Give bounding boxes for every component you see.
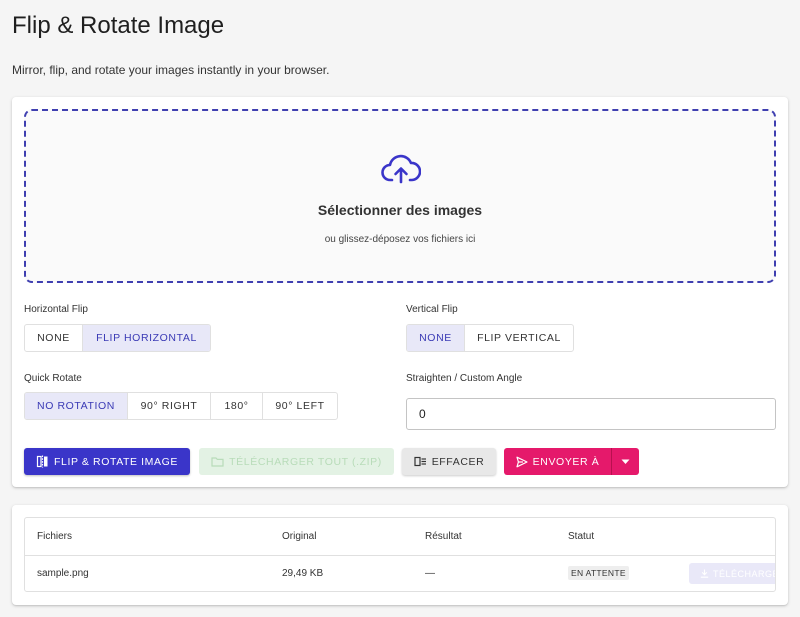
vertical-flip-option-none[interactable]: NONE: [407, 325, 465, 351]
download-zip-button-label: TÉLÉCHARGER TOUT (.ZIP): [229, 455, 382, 468]
flip-icon: [36, 455, 48, 468]
vertical-flip-group: NONE FLIP VERTICAL: [406, 324, 574, 352]
flip-rotate-button-label: FLIP & ROTATE IMAGE: [53, 455, 178, 468]
rotate-option-90-left[interactable]: 90° LEFT: [263, 393, 337, 419]
quick-rotate-label: Quick Rotate: [24, 373, 82, 384]
column-header-original: Original: [282, 531, 317, 542]
cloud-upload-icon: [381, 154, 421, 184]
vertical-flip-option-flip[interactable]: FLIP VERTICAL: [465, 325, 573, 351]
rotate-option-90-right[interactable]: 90° RIGHT: [128, 393, 211, 419]
page-title: Flip & Rotate Image: [12, 12, 225, 39]
header-divider: [25, 555, 775, 556]
flip-rotate-button[interactable]: FLIP & ROTATE IMAGE: [24, 448, 190, 475]
dropzone-title: Sélectionner des images: [317, 202, 483, 218]
horizontal-flip-option-flip[interactable]: FLIP HORIZONTAL: [83, 325, 210, 351]
folder-icon: [211, 457, 224, 467]
custom-angle-label: Straighten / Custom Angle: [406, 373, 523, 384]
row-file-name: sample.png: [37, 568, 89, 579]
send-to-button-label: ENVOYER À: [532, 455, 600, 468]
dropzone-hint: ou glissez-déposez vos fichiers ici: [324, 234, 476, 245]
send-to-dropdown-button[interactable]: [611, 448, 639, 475]
row-download-button-label: TÉLÉCHARGER: [713, 568, 775, 579]
clear-button-label: EFFACER: [431, 455, 485, 468]
send-icon: [516, 456, 528, 467]
horizontal-flip-option-none[interactable]: NONE: [25, 325, 83, 351]
custom-angle-input[interactable]: [406, 398, 776, 430]
quick-rotate-group: NO ROTATION 90° RIGHT 180° 90° LEFT: [24, 392, 338, 420]
caret-down-icon: [621, 459, 630, 464]
rotate-option-none[interactable]: NO ROTATION: [25, 393, 128, 419]
download-icon: [700, 569, 709, 578]
horizontal-flip-label: Horizontal Flip: [24, 304, 88, 315]
clear-button[interactable]: EFFACER: [402, 448, 496, 475]
page-subtitle: Mirror, flip, and rotate your images ins…: [12, 63, 330, 77]
files-card: Fichiers Original Résultat Statut sample…: [12, 505, 788, 605]
column-header-status: Statut: [568, 531, 595, 542]
clear-all-icon: [414, 456, 426, 467]
horizontal-flip-group: NONE FLIP HORIZONTAL: [24, 324, 211, 352]
row-original-size: 29,49 KB: [282, 568, 324, 579]
row-download-button[interactable]: TÉLÉCHARGER: [689, 563, 775, 584]
files-table: Fichiers Original Résultat Statut sample…: [24, 517, 776, 592]
rotate-option-180[interactable]: 180°: [211, 393, 263, 419]
tool-card: Sélectionner des images ou glissez-dépos…: [12, 97, 788, 487]
send-to-button[interactable]: ENVOYER À: [504, 448, 611, 475]
vertical-flip-label: Vertical Flip: [406, 304, 458, 315]
column-header-files: Fichiers: [37, 531, 73, 542]
status-badge: EN ATTENTE: [568, 566, 629, 580]
row-result-size: —: [425, 568, 435, 579]
column-header-result: Résultat: [425, 531, 462, 542]
download-zip-button[interactable]: TÉLÉCHARGER TOUT (.ZIP): [199, 448, 394, 475]
file-dropzone[interactable]: Sélectionner des images ou glissez-dépos…: [24, 109, 776, 283]
